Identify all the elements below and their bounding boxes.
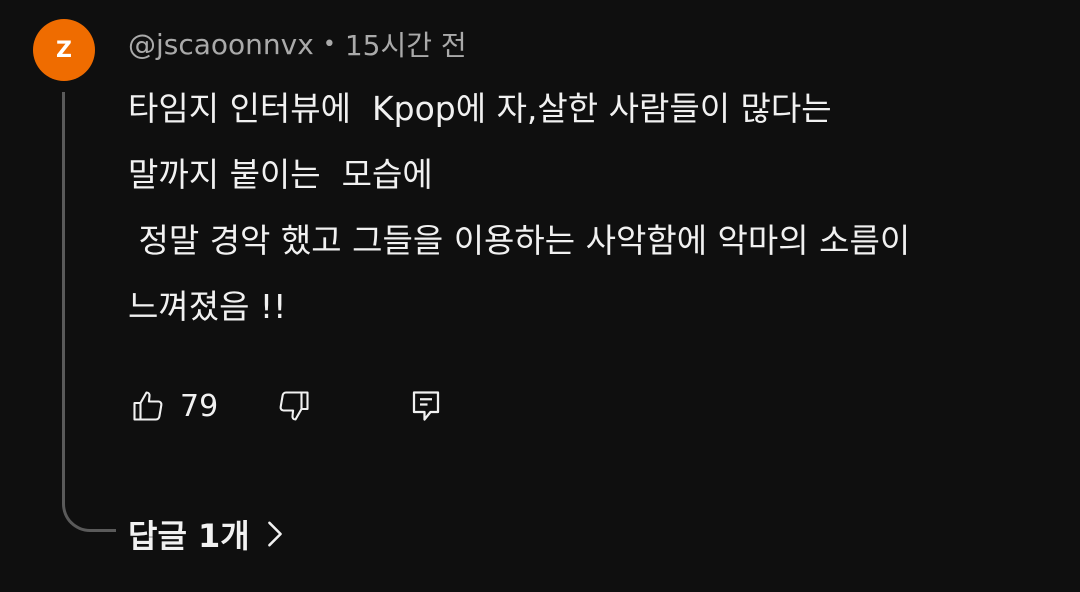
thumbs-up-icon (133, 391, 163, 421)
comment-line: 말까지 붙이는 모습에 (128, 155, 433, 194)
avatar[interactable]: Z (33, 19, 95, 81)
view-replies-button[interactable]: 답글 1개 (128, 510, 284, 558)
comment-thread: Z @jscaoonnvx • 15시간 전 타임지 인터뷰에 Kpop에 자,… (0, 0, 1080, 592)
comment-icon (412, 391, 440, 421)
author-handle[interactable]: @jscaoonnvx (128, 28, 314, 61)
thread-connector-line (62, 92, 116, 532)
comment-line: 정말 경악 했고 그들을 이용하는 사악함에 악마의 소름이 (128, 221, 911, 260)
comment-line: 타임지 인터뷰에 Kpop에 자,살한 사람들이 많다는 (128, 89, 832, 128)
header-separator: • (322, 31, 336, 57)
comment-timestamp: 15시간 전 (344, 29, 467, 62)
dislike-button[interactable] (274, 384, 314, 428)
chevron-right-icon (266, 520, 284, 548)
replies-label: 답글 1개 (128, 517, 250, 555)
comment-line: 느껴졌음 !! (128, 287, 287, 326)
comment-header: @jscaoonnvx • 15시간 전 (128, 24, 467, 64)
reply-button[interactable] (406, 384, 446, 428)
like-button[interactable] (128, 384, 168, 428)
comment-actions: 79 (128, 384, 446, 428)
thumbs-down-icon (279, 391, 309, 421)
like-count: 79 (180, 388, 219, 424)
comment-body: 타임지 인터뷰에 Kpop에 자,살한 사람들이 많다는 말까지 붙이는 모습에… (128, 84, 1028, 348)
